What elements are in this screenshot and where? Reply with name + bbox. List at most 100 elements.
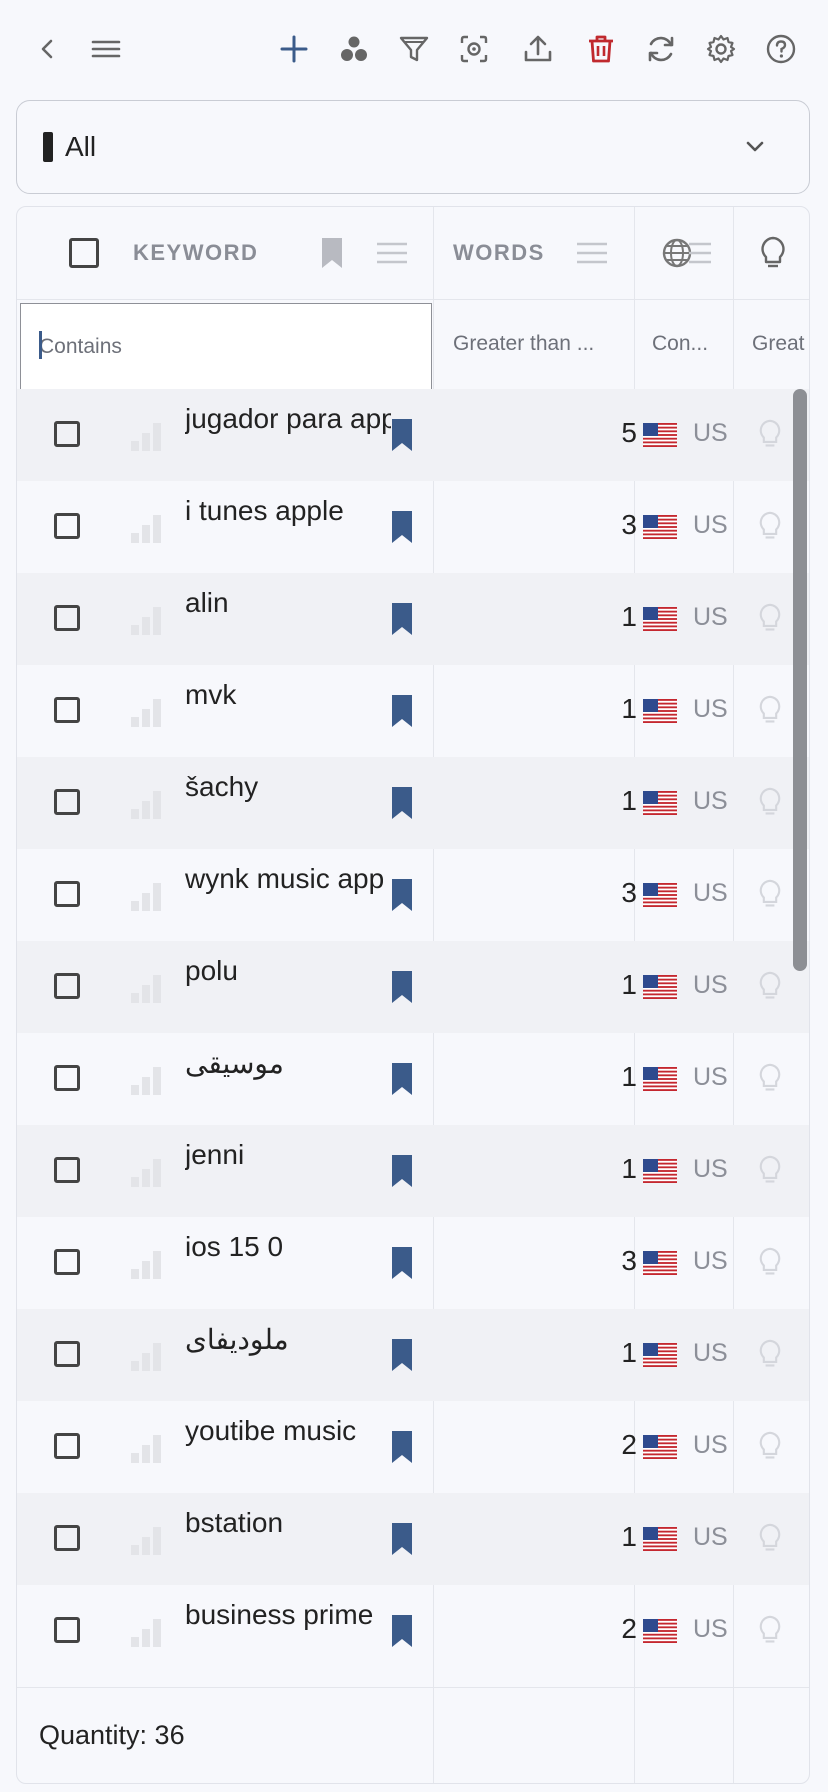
- row-checkbox[interactable]: [54, 1341, 80, 1367]
- row-checkbox[interactable]: [54, 513, 80, 539]
- lightbulb-icon[interactable]: [755, 787, 785, 817]
- column-menu-icon[interactable]: [377, 207, 407, 299]
- bookmark-icon[interactable]: [391, 602, 413, 636]
- last-column-filter[interactable]: Great: [752, 299, 809, 389]
- table-row[interactable]: wynk music app 3 US: [17, 849, 809, 941]
- column-menu-icon[interactable]: [577, 207, 607, 299]
- table-row[interactable]: موسیقی 1 US: [17, 1033, 809, 1125]
- row-checkbox[interactable]: [54, 1249, 80, 1275]
- bookmark-icon[interactable]: [391, 694, 413, 728]
- table-row[interactable]: šachy 1 US: [17, 757, 809, 849]
- row-checkbox[interactable]: [54, 697, 80, 723]
- row-checkbox[interactable]: [54, 421, 80, 447]
- bookmark-icon[interactable]: [391, 1062, 413, 1096]
- bookmark-icon[interactable]: [391, 1154, 413, 1188]
- words-header-label: WORDS: [453, 240, 545, 265]
- lightbulb-icon[interactable]: [755, 1063, 785, 1093]
- words-column-header[interactable]: WORDS: [453, 207, 545, 299]
- lightbulb-icon[interactable]: [755, 695, 785, 725]
- table-row[interactable]: jugador para apple 5 US: [17, 389, 809, 481]
- group-icon[interactable]: [331, 26, 377, 72]
- delete-icon[interactable]: [578, 26, 624, 72]
- chevron-down-icon: [746, 141, 764, 152]
- select-all-checkbox[interactable]: [69, 238, 99, 268]
- row-checkbox[interactable]: [54, 1433, 80, 1459]
- row-checkbox[interactable]: [54, 881, 80, 907]
- toolbar: [0, 0, 828, 100]
- table-row[interactable]: ملودیفای 1 US: [17, 1309, 809, 1401]
- refresh-icon[interactable]: [638, 26, 684, 72]
- bookmark-icon[interactable]: [391, 1246, 413, 1280]
- row-checkbox[interactable]: [54, 1525, 80, 1551]
- lightbulb-icon[interactable]: [755, 511, 785, 541]
- lightbulb-icon[interactable]: [755, 879, 785, 909]
- words-filter[interactable]: Greater than ...: [453, 299, 594, 389]
- lightbulb-icon[interactable]: [755, 971, 785, 1001]
- table-row[interactable]: i tunes apple 3 US: [17, 481, 809, 573]
- vertical-scrollbar[interactable]: [793, 389, 807, 971]
- lightbulb-icon[interactable]: [755, 1615, 785, 1645]
- table-row[interactable]: youtibe music 2 US: [17, 1401, 809, 1493]
- back-icon[interactable]: [24, 26, 70, 72]
- table-row[interactable]: polu 1 US: [17, 941, 809, 1033]
- bookmark-icon[interactable]: [391, 1614, 413, 1648]
- words-cell: 1: [621, 601, 637, 632]
- country-code: US: [693, 695, 728, 723]
- help-icon[interactable]: [758, 26, 804, 72]
- row-checkbox[interactable]: [54, 1065, 80, 1091]
- keyword-filter-input[interactable]: [20, 303, 432, 391]
- lightbulb-icon[interactable]: [755, 603, 785, 633]
- keyword-cell: bstation: [185, 1507, 284, 1538]
- column-menu-icon[interactable]: [689, 207, 711, 299]
- menu-icon[interactable]: [83, 26, 129, 72]
- settings-icon[interactable]: [698, 26, 744, 72]
- rank-bars-icon: [129, 1155, 163, 1189]
- lightbulb-icon[interactable]: [755, 1431, 785, 1461]
- keyword-cell: jenni: [185, 1139, 245, 1170]
- table-row[interactable]: alin 1 US: [17, 573, 809, 665]
- row-checkbox[interactable]: [54, 789, 80, 815]
- table-row[interactable]: mvk 1 US: [17, 665, 809, 757]
- country-code: US: [693, 511, 728, 539]
- bookmark-icon[interactable]: [391, 1430, 413, 1464]
- row-checkbox[interactable]: [54, 973, 80, 999]
- collection-select-value: All: [65, 131, 97, 162]
- bookmark-icon[interactable]: [391, 510, 413, 544]
- lightbulb-icon[interactable]: [759, 207, 787, 299]
- row-checkbox[interactable]: [54, 1157, 80, 1183]
- us-flag-icon: [643, 1159, 677, 1183]
- bookmark-icon[interactable]: [391, 970, 413, 1004]
- focus-icon[interactable]: [451, 26, 497, 72]
- lightbulb-icon[interactable]: [755, 1155, 785, 1185]
- lightbulb-icon[interactable]: [755, 1247, 785, 1277]
- add-icon[interactable]: [271, 26, 317, 72]
- bookmark-icon[interactable]: [391, 1338, 413, 1372]
- us-flag-icon: [643, 1067, 677, 1091]
- row-checkbox[interactable]: [54, 605, 80, 631]
- bookmark-icon[interactable]: [391, 786, 413, 820]
- words-cell: 1: [621, 1337, 637, 1368]
- export-icon[interactable]: [515, 26, 561, 72]
- table-row[interactable]: jenni 1 US: [17, 1125, 809, 1217]
- filter-icon[interactable]: [391, 26, 437, 72]
- bookmark-icon[interactable]: [391, 878, 413, 912]
- country-filter[interactable]: Con...: [652, 299, 708, 389]
- keyword-cell: youtibe music: [185, 1415, 357, 1446]
- keyword-cell: mvk: [185, 679, 237, 710]
- words-cell: 5: [621, 417, 637, 448]
- rank-bars-icon: [129, 879, 163, 913]
- bookmark-icon[interactable]: [391, 418, 413, 452]
- country-code: US: [693, 787, 728, 815]
- table-row[interactable]: bstation 1 US: [17, 1493, 809, 1585]
- lightbulb-icon[interactable]: [755, 419, 785, 449]
- row-checkbox[interactable]: [54, 1617, 80, 1643]
- table-row[interactable]: business prime 2 US: [17, 1585, 809, 1677]
- bookmark-icon[interactable]: [391, 1522, 413, 1556]
- lightbulb-icon[interactable]: [755, 1339, 785, 1369]
- keyword-column-header[interactable]: KEYWORD: [133, 207, 258, 299]
- words-cell: 1: [621, 693, 637, 724]
- collection-select[interactable]: All: [16, 100, 810, 194]
- lightbulb-icon[interactable]: [755, 1523, 785, 1553]
- table-row[interactable]: ios 15 0 3 US: [17, 1217, 809, 1309]
- bookmark-header-icon[interactable]: [321, 207, 343, 299]
